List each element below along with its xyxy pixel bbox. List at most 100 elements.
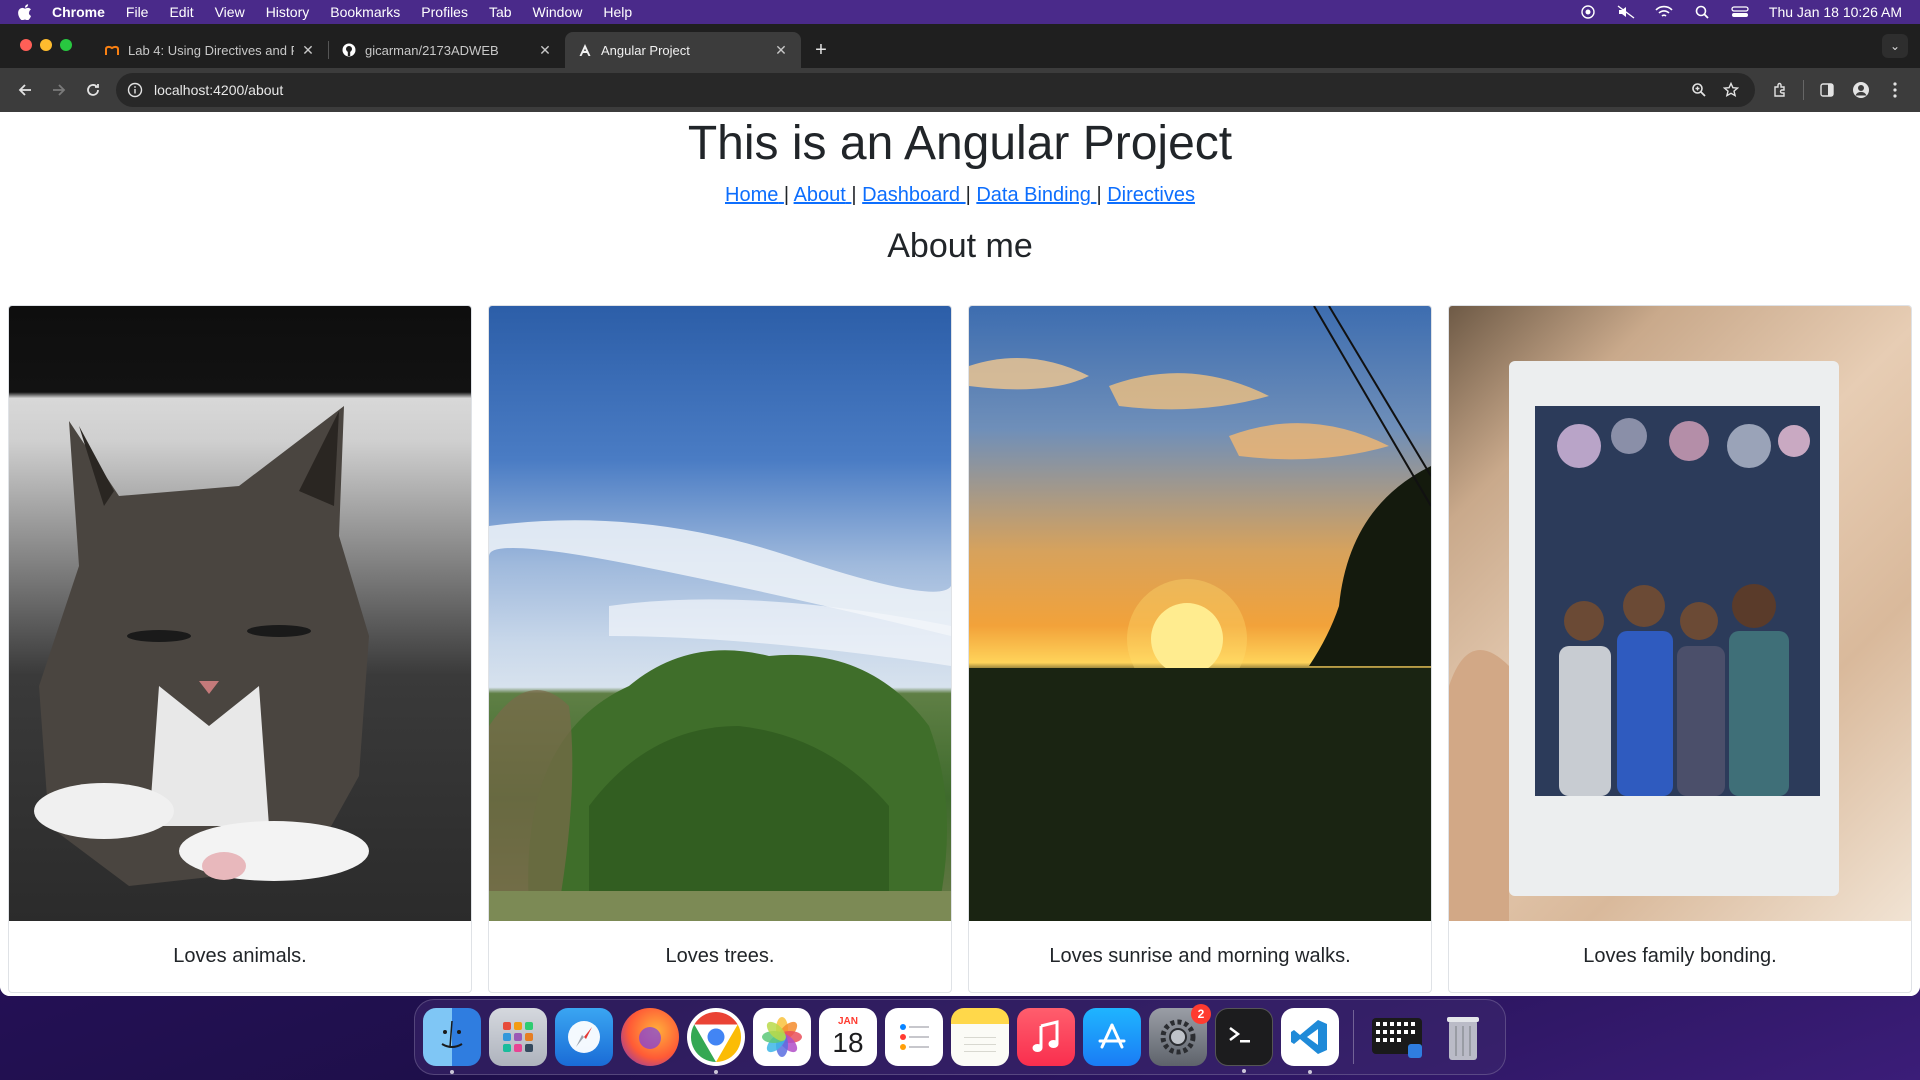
url-text[interactable]: localhost:4200/about (154, 82, 1681, 98)
safari-icon[interactable] (555, 1008, 613, 1066)
section-title: About me (887, 227, 1033, 265)
dock: JAN 18 2 (414, 999, 1506, 1075)
zoom-icon[interactable] (1685, 76, 1713, 104)
close-tab-icon[interactable]: ✕ (773, 42, 789, 58)
launchpad-icon[interactable] (489, 1008, 547, 1066)
menu-file[interactable]: File (126, 4, 149, 20)
nav-link-home[interactable]: Home (725, 184, 784, 206)
notes-icon[interactable] (951, 1008, 1009, 1066)
site-nav: Home | About | Dashboard | Data Binding … (0, 184, 1920, 207)
running-indicator (1242, 1069, 1246, 1073)
family-instax-photo (1449, 306, 1911, 921)
nav-link-dashboard[interactable]: Dashboard (862, 184, 965, 206)
about-cards: Loves animals. Loves trees. Loves sunris… (8, 305, 1912, 993)
trash-icon[interactable] (1434, 1008, 1492, 1066)
chrome-menu-icon[interactable] (1878, 73, 1912, 107)
tab-github[interactable]: gicarman/2173ADWEB ✕ (329, 32, 565, 68)
firefox-icon[interactable] (621, 1008, 679, 1066)
notification-badge: 2 (1191, 1004, 1211, 1024)
close-tab-icon[interactable]: ✕ (537, 42, 553, 58)
menu-history[interactable]: History (266, 4, 310, 20)
profile-icon[interactable] (1844, 73, 1878, 107)
nav-separator: | (851, 184, 857, 206)
address-bar[interactable]: localhost:4200/about (116, 73, 1755, 107)
card-family: Loves family bonding. (1448, 305, 1912, 993)
web-page: This is an Angular Project Home | About … (0, 112, 1920, 996)
vpn-icon[interactable] (1579, 4, 1597, 20)
nav-separator: | (965, 184, 971, 206)
apple-icon[interactable] (18, 4, 34, 20)
menu-window[interactable]: Window (533, 4, 583, 20)
moodle-icon (104, 42, 120, 58)
tab-title: gicarman/2173ADWEB (365, 42, 499, 58)
menu-help[interactable]: Help (603, 4, 632, 20)
system-settings-icon[interactable]: 2 (1149, 1004, 1211, 1066)
mute-icon[interactable] (1617, 4, 1635, 20)
new-tab-button[interactable]: + (807, 32, 835, 68)
side-panel-icon[interactable] (1810, 73, 1844, 107)
tab-search-icon[interactable]: ⌄ (1882, 34, 1908, 58)
spotlight-search-icon[interactable] (1693, 4, 1711, 20)
terminal-icon[interactable] (1215, 1008, 1273, 1073)
nav-separator: | (1096, 184, 1102, 206)
reminders-icon[interactable] (885, 1008, 943, 1066)
angular-icon (577, 42, 593, 58)
tab-strip: Lab 4: Using Directives and F ✕ gicarman… (0, 24, 1920, 68)
reload-button[interactable] (76, 73, 110, 107)
menu-edit[interactable]: Edit (169, 4, 193, 20)
close-window-button[interactable] (20, 39, 32, 51)
extensions-icon[interactable] (1763, 73, 1797, 107)
card-animals: Loves animals. (8, 305, 472, 993)
calendar-icon[interactable]: JAN 18 (819, 1008, 877, 1066)
control-center-icon[interactable] (1731, 4, 1749, 20)
menu-profiles[interactable]: Profiles (421, 4, 468, 20)
tab-lab4[interactable]: Lab 4: Using Directives and F ✕ (92, 32, 328, 68)
screenshot-grid-icon[interactable] (1368, 1008, 1426, 1066)
nav-link-directives[interactable]: Directives (1107, 184, 1195, 206)
page-title: This is an Angular Project (687, 117, 1233, 170)
back-button[interactable] (8, 73, 42, 107)
card-sunrise: Loves sunrise and morning walks. (968, 305, 1432, 993)
nav-separator: | (783, 184, 790, 206)
close-tab-icon[interactable]: ✕ (300, 42, 316, 58)
wifi-icon[interactable] (1655, 4, 1673, 20)
dock-separator (1353, 1010, 1354, 1064)
maximize-window-button[interactable] (60, 39, 72, 51)
site-info-icon[interactable] (126, 81, 144, 99)
toolbar-divider (1803, 80, 1804, 100)
menu-bookmarks[interactable]: Bookmarks (330, 4, 400, 20)
running-indicator (714, 1070, 718, 1074)
sunrise-photo (969, 306, 1431, 921)
nav-link-about[interactable]: About (794, 184, 852, 206)
bookmark-star-icon[interactable] (1717, 76, 1745, 104)
tree-sky-photo (489, 306, 951, 921)
tab-title: Lab 4: Using Directives and F (128, 42, 294, 58)
card-caption: Loves sunrise and morning walks. (1049, 945, 1351, 967)
menu-app-name[interactable]: Chrome (52, 4, 105, 20)
github-icon (341, 42, 357, 58)
card-trees: Loves trees. (488, 305, 952, 993)
chrome-icon[interactable] (687, 1008, 745, 1074)
browser-window: Lab 4: Using Directives and F ✕ gicarman… (0, 24, 1920, 996)
finder-icon[interactable] (423, 1008, 481, 1074)
menubar-clock[interactable]: Thu Jan 18 10:26 AM (1769, 4, 1902, 20)
app-store-icon[interactable] (1083, 1008, 1141, 1066)
window-controls (20, 39, 72, 51)
music-icon[interactable] (1017, 1008, 1075, 1066)
forward-button[interactable] (42, 73, 76, 107)
running-indicator (1308, 1070, 1312, 1074)
calendar-day: 18 (832, 1027, 864, 1058)
menu-tab[interactable]: Tab (489, 4, 512, 20)
nav-link-data-binding[interactable]: Data Binding (976, 184, 1096, 206)
running-indicator (450, 1070, 454, 1074)
photos-icon[interactable] (753, 1008, 811, 1066)
tab-title: Angular Project (601, 42, 690, 58)
card-caption: Loves animals. (173, 945, 307, 967)
minimize-window-button[interactable] (40, 39, 52, 51)
cat-photo (9, 306, 471, 921)
menu-bar: Chrome File Edit View History Bookmarks … (0, 0, 1920, 24)
vscode-icon[interactable] (1281, 1008, 1339, 1074)
browser-toolbar: localhost:4200/about (0, 68, 1920, 112)
tab-angular-project[interactable]: Angular Project ✕ (565, 32, 801, 68)
menu-view[interactable]: View (215, 4, 245, 20)
